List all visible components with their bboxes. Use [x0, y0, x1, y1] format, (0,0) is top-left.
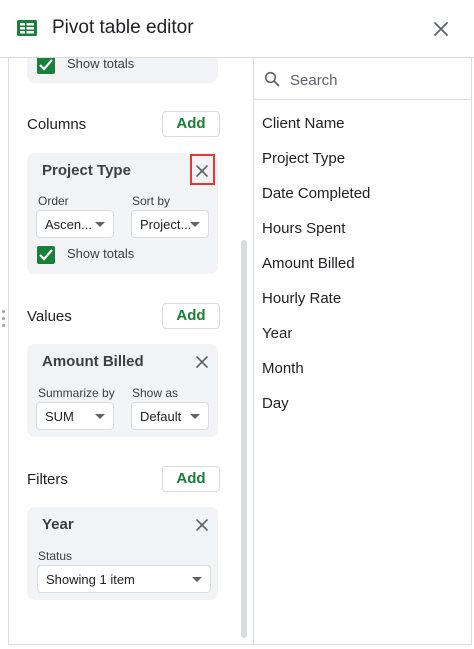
- values-summarize-select[interactable]: SUM: [36, 402, 114, 430]
- field-list: Client Name Project Type Date Completed …: [254, 106, 472, 421]
- page-title: Pivot table editor: [52, 17, 194, 38]
- values-summarize-label: Summarize by: [38, 386, 115, 400]
- columns-section-label: Columns: [27, 116, 87, 133]
- chevron-down-icon: [192, 577, 202, 582]
- columns-sort-by-select[interactable]: Project...: [131, 210, 209, 238]
- columns-order-value: Ascen...: [45, 217, 92, 232]
- field-search-row: [254, 58, 472, 100]
- chevron-down-icon: [95, 222, 105, 227]
- values-amount-billed-card: Amount Billed Summarize by SUM Show as D…: [27, 344, 218, 437]
- chevron-down-icon: [190, 414, 200, 419]
- field-item-client-name[interactable]: Client Name: [254, 106, 472, 141]
- field-item-hours-spent[interactable]: Hours Spent: [254, 211, 472, 246]
- filters-status-label: Status: [38, 549, 73, 563]
- chevron-down-icon: [190, 222, 200, 227]
- field-item-date-completed[interactable]: Date Completed: [254, 176, 472, 211]
- values-card-close-icon[interactable]: [194, 354, 210, 370]
- sheets-table-icon: [17, 20, 37, 36]
- filters-add-button[interactable]: Add: [162, 466, 220, 492]
- field-item-hourly-rate[interactable]: Hourly Rate: [254, 281, 472, 316]
- filters-card-title: Year: [42, 516, 74, 533]
- check-icon: [39, 249, 53, 261]
- close-highlight-box: [190, 154, 215, 185]
- columns-card-title: Project Type: [42, 162, 131, 179]
- columns-sort-by-label: Sort by: [132, 194, 171, 208]
- rows-show-totals-label: Show totals: [67, 58, 135, 71]
- search-icon: [264, 71, 280, 87]
- values-show-as-label: Show as: [132, 386, 179, 400]
- filters-section-label: Filters: [27, 471, 68, 488]
- field-item-month[interactable]: Month: [254, 351, 472, 386]
- field-search-input[interactable]: [290, 69, 460, 91]
- values-summarize-value: SUM: [45, 409, 74, 424]
- field-item-project-type[interactable]: Project Type: [254, 141, 472, 176]
- drag-handle-icon[interactable]: [2, 310, 6, 334]
- filters-year-card: Year Status Showing 1 item: [27, 507, 218, 600]
- values-add-button[interactable]: Add: [162, 303, 220, 329]
- field-item-day[interactable]: Day: [254, 386, 472, 421]
- field-item-year[interactable]: Year: [254, 316, 472, 351]
- filters-status-value: Showing 1 item: [46, 572, 135, 587]
- editor-header: Pivot table editor: [0, 0, 474, 58]
- values-show-as-value: Default: [140, 409, 182, 424]
- values-show-as-select[interactable]: Default: [131, 402, 209, 430]
- pivot-config-panel: Show totals Columns Add Project Type Ord…: [9, 58, 253, 644]
- columns-order-select[interactable]: Ascen...: [36, 210, 114, 238]
- filters-card-close-icon[interactable]: [194, 517, 210, 533]
- columns-sort-by-value: Project...: [140, 217, 192, 232]
- filters-status-select[interactable]: Showing 1 item: [37, 565, 211, 593]
- panel-scrollbar[interactable]: [241, 240, 247, 638]
- chevron-down-icon: [95, 414, 105, 419]
- field-item-amount-billed[interactable]: Amount Billed: [254, 246, 472, 281]
- columns-show-totals-checkbox[interactable]: [37, 246, 55, 264]
- values-section-label: Values: [27, 308, 72, 325]
- values-card-title: Amount Billed: [42, 353, 144, 370]
- close-icon[interactable]: [432, 20, 450, 38]
- columns-add-button[interactable]: Add: [162, 111, 220, 137]
- rows-card-tail: Show totals: [27, 58, 218, 83]
- rows-show-totals-checkbox[interactable]: [37, 58, 55, 74]
- check-icon: [39, 59, 53, 71]
- columns-show-totals-label: Show totals: [67, 246, 135, 261]
- columns-order-label: Order: [38, 194, 69, 208]
